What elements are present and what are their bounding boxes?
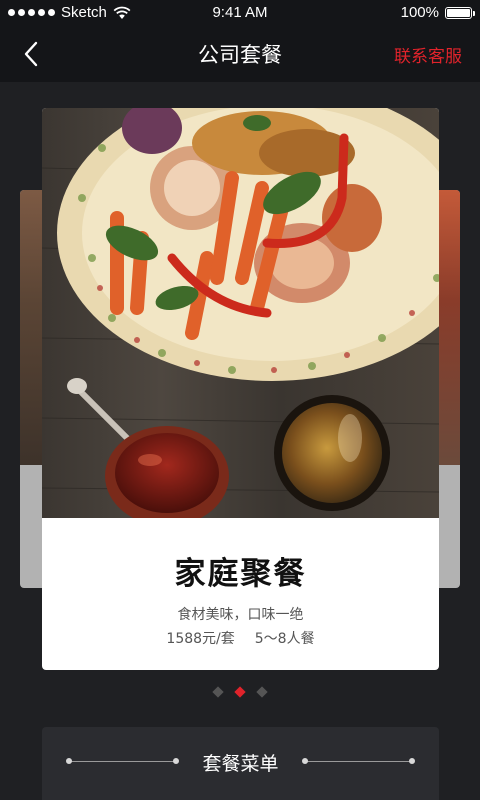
status-bar: Sketch 9:41 AM 100% [0,0,480,26]
indicator-dot[interactable] [256,686,268,698]
divider-line [305,761,413,762]
status-right: 100% [400,4,475,21]
package-price-line: 1588元/套 5～8人餐 [42,628,439,648]
carousel-indicator [0,686,480,698]
battery-icon [445,6,475,19]
package-serves: 5～8人餐 [254,631,315,647]
indicator-dot[interactable] [212,686,224,698]
package-menu-panel: 套餐菜单 [42,727,439,800]
divider-dot [302,758,308,764]
package-photo [42,108,439,518]
indicator-dot-active[interactable] [234,686,246,698]
battery-percent: 100% [400,4,439,21]
contact-service-button[interactable]: 联系客服 [394,42,462,67]
carousel-next-card[interactable] [438,190,460,588]
carousel-prev-card[interactable] [20,190,42,588]
package-name: 家庭聚餐 [174,556,307,592]
nav-bar: 公司套餐 联系客服 [0,26,480,82]
divider-dot [409,758,415,764]
menu-section-title: 套餐菜单 [202,753,279,775]
package-price: 1588元/套 [166,631,235,647]
package-description: 食材美味，口味一绝 [177,607,304,623]
package-card[interactable]: 家庭聚餐 食材美味，口味一绝 1588元/套 5～8人餐 [42,108,439,670]
